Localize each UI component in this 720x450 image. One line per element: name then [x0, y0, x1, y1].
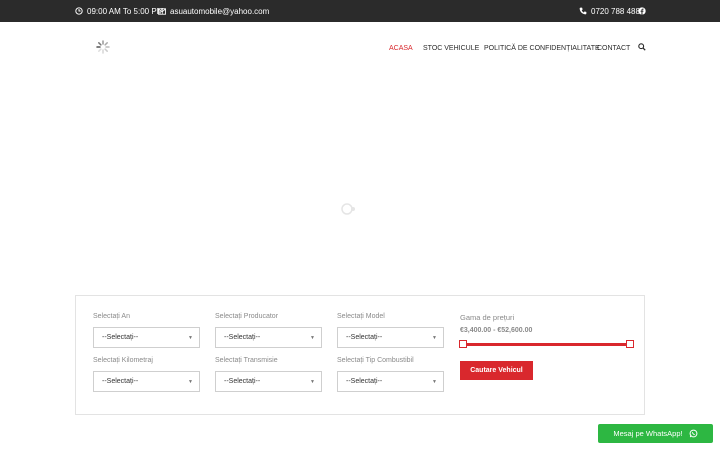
chevron-down-icon: ▼ [432, 379, 437, 385]
price-slider-track[interactable] [462, 343, 630, 346]
mileage-select-value: --Selectați-- [102, 378, 139, 385]
model-select[interactable]: --Selectați-- ▼ [337, 327, 444, 348]
business-hours: 09:00 AM To 5:00 PM [75, 0, 163, 22]
whatsapp-icon [689, 429, 698, 438]
phone-text[interactable]: 0720 788 488 [591, 7, 640, 16]
fuel-label: Selectați Tip Combustibil [337, 357, 414, 364]
mail-icon [158, 7, 166, 15]
site-header: ACASA STOC VEHICULE POLITICĂ DE CONFIDEN… [0, 22, 720, 74]
price-slider-min-handle[interactable] [459, 340, 467, 348]
facebook-icon[interactable] [638, 7, 646, 15]
transmission-label: Selectați Transmisie [215, 357, 278, 364]
chevron-down-icon: ▼ [188, 335, 193, 341]
maker-label: Selectați Producator [215, 313, 279, 320]
hours-text: 09:00 AM To 5:00 PM [87, 6, 164, 16]
transmission-select[interactable]: --Selectați-- ▼ [215, 371, 322, 392]
slider-loading-icon [341, 203, 355, 215]
mileage-label: Selectați Kilometraj [93, 357, 153, 364]
year-select-value: --Selectați-- [102, 334, 139, 341]
email-link[interactable]: asuautomobile@yahoo.com [158, 0, 269, 22]
phone-icon [579, 7, 587, 15]
fuel-select[interactable]: --Selectați-- ▼ [337, 371, 444, 392]
maker-select[interactable]: --Selectați-- ▼ [215, 327, 322, 348]
maker-select-value: --Selectați-- [224, 334, 261, 341]
fuel-select-value: --Selectați-- [346, 378, 383, 385]
facebook-link[interactable] [638, 0, 646, 22]
email-text[interactable]: asuautomobile@yahoo.com [170, 7, 269, 16]
mileage-select[interactable]: --Selectați-- ▼ [93, 371, 200, 392]
phone-link[interactable]: 0720 788 488 [579, 0, 640, 22]
chevron-down-icon: ▼ [432, 335, 437, 341]
chevron-down-icon: ▼ [188, 379, 193, 385]
model-label: Selectați Model [337, 313, 385, 320]
price-slider-max-handle[interactable] [626, 340, 634, 348]
nav-item-stoc-vehicule[interactable]: STOC VEHICULE [423, 45, 479, 52]
whatsapp-button[interactable]: Mesaj pe WhatsApp! [598, 424, 713, 443]
chevron-down-icon: ▼ [310, 335, 315, 341]
price-label: Gama de prețuri [460, 313, 515, 322]
search-vehicle-button[interactable]: Cautare Vehicul [460, 361, 533, 380]
chevron-down-icon: ▼ [310, 379, 315, 385]
year-select[interactable]: --Selectați-- ▼ [93, 327, 200, 348]
search-icon[interactable] [638, 43, 646, 51]
whatsapp-label: Mesaj pe WhatsApp! [613, 429, 683, 438]
main-nav: ACASA STOC VEHICULE POLITICĂ DE CONFIDEN… [0, 41, 720, 55]
nav-item-acasa[interactable]: ACASA [389, 45, 413, 52]
vehicle-search-form: Selectați An --Selectați-- ▼ Selectați P… [75, 295, 645, 415]
transmission-select-value: --Selectați-- [224, 378, 261, 385]
nav-item-contact[interactable]: CONTACT [597, 45, 630, 52]
price-range-value: €3,400.00 - €52,600.00 [460, 327, 533, 334]
nav-item-politica[interactable]: POLITICĂ DE CONFIDENȚIALITATE [484, 45, 600, 52]
clock-icon [75, 7, 83, 15]
year-label: Selectați An [93, 313, 130, 320]
model-select-value: --Selectați-- [346, 334, 383, 341]
top-bar: 09:00 AM To 5:00 PM asuautomobile@yahoo.… [0, 0, 720, 22]
